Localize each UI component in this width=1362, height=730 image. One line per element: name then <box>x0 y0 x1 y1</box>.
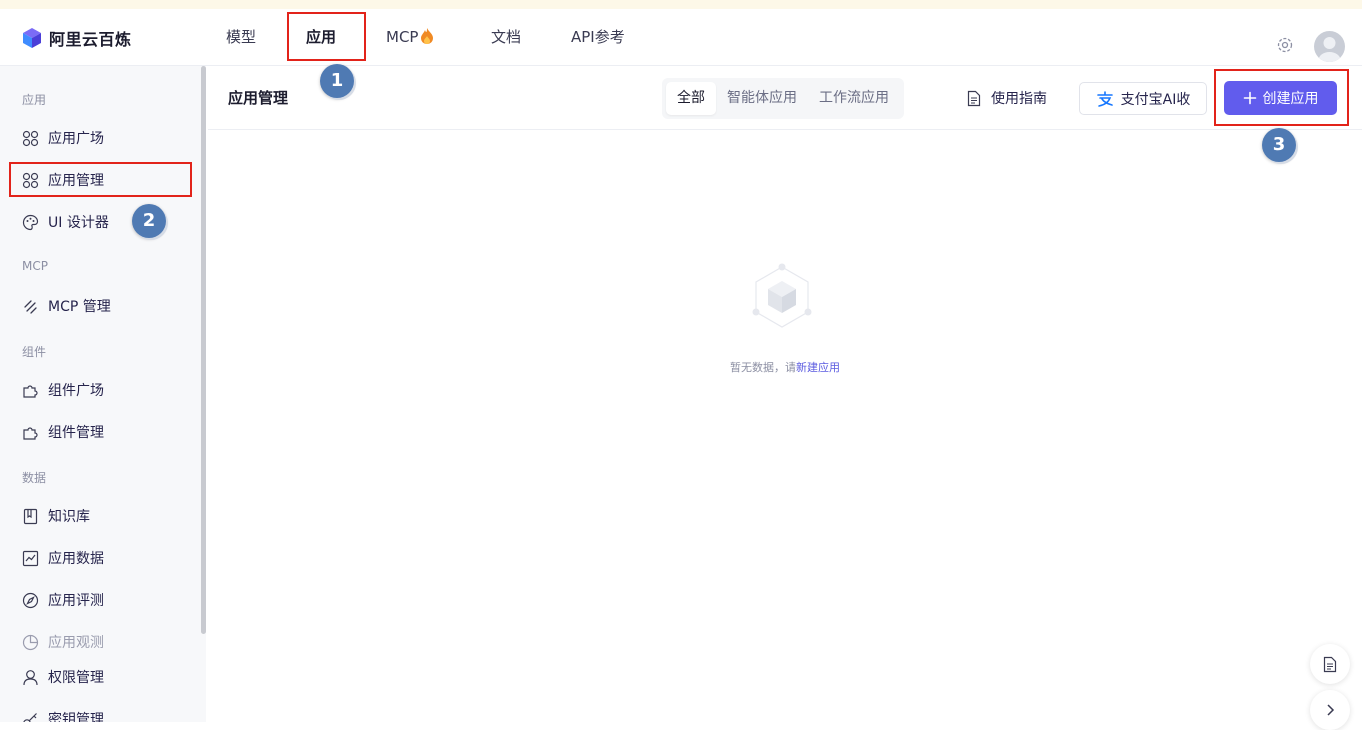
step-badge-1: 1 <box>320 64 354 98</box>
avatar[interactable] <box>1314 31 1345 62</box>
highlight-create-app <box>1214 69 1349 126</box>
sidebar-item-label: 应用数据 <box>48 551 104 567</box>
sidebar-item-app-evaluation[interactable]: 应用评测 <box>22 589 104 611</box>
puzzle-icon <box>23 384 38 398</box>
sidebar-section-apps: 应用 <box>22 93 47 107</box>
usage-guide-button[interactable]: 使用指南 <box>966 88 1047 108</box>
new-app-link[interactable]: 新建应用 <box>796 361 840 374</box>
palette-icon <box>22 214 39 230</box>
sidebar-item-label: 密钥管理 <box>48 712 104 722</box>
page-title: 应用管理 <box>228 89 289 107</box>
sidebar-item-component-management[interactable]: 组件管理 <box>22 421 104 443</box>
nav-api-reference[interactable]: API参考 <box>571 26 625 48</box>
document-icon <box>1323 656 1337 672</box>
sidebar-item-app-plaza[interactable]: 应用广场 <box>22 127 104 149</box>
alipay-ai-label: 支付宝AI收 <box>1120 91 1191 108</box>
logo[interactable]: 阿里云百炼 <box>21 26 132 50</box>
floating-expand-button[interactable] <box>1310 690 1350 730</box>
sidebar-item-label: 应用评测 <box>48 593 104 609</box>
sidebar-item-app-observation[interactable]: 应用观测 <box>22 631 104 653</box>
sidebar-item-label: 应用观测 <box>48 635 104 651</box>
sidebar-item-key-management[interactable]: 密钥管理 <box>22 708 104 722</box>
sidebar-item-label: 权限管理 <box>48 670 104 686</box>
sidebar-section-mcp: MCP <box>22 259 48 273</box>
mcp-icon <box>24 299 37 314</box>
sidebar-item-mcp-management[interactable]: MCP 管理 <box>22 295 111 317</box>
document-icon <box>967 90 981 106</box>
empty-state-text: 暂无数据，请新建应用 <box>208 359 1362 375</box>
sidebar-section-data: 数据 <box>22 471 47 485</box>
sidebar-item-app-data[interactable]: 应用数据 <box>22 547 104 569</box>
sidebar-item-permissions[interactable]: 权限管理 <box>22 666 104 688</box>
fire-icon <box>421 28 434 44</box>
puzzle-icon <box>23 426 38 440</box>
compass-icon <box>22 592 39 608</box>
sidebar-scrollbar[interactable] <box>201 66 206 634</box>
logo-icon <box>23 28 41 48</box>
sidebar-section-components: 组件 <box>22 345 47 359</box>
floating-doc-button[interactable] <box>1310 644 1350 684</box>
highlight-app-management <box>9 162 192 197</box>
nav-docs[interactable]: 文档 <box>491 26 521 48</box>
nav-models[interactable]: 模型 <box>226 26 256 48</box>
user-icon <box>23 669 38 685</box>
apps-icon <box>22 130 39 146</box>
chevron-right-icon <box>1327 704 1335 716</box>
sidebar-item-ui-designer[interactable]: UI 设计器 <box>22 211 109 233</box>
filter-agent-apps[interactable]: 智能体应用 <box>716 82 808 115</box>
chart-icon <box>22 550 39 566</box>
book-icon <box>23 508 38 524</box>
user-avatar-icon <box>1318 37 1341 62</box>
filter-workflow-apps[interactable]: 工作流应用 <box>808 82 900 115</box>
app-type-filter: 全部 智能体应用 工作流应用 <box>662 78 904 119</box>
main-content: 应用管理 全部 智能体应用 工作流应用 使用指南 支付宝AI收 创建应用 暂无数… <box>208 66 1362 730</box>
top-banner-strip <box>0 0 1362 9</box>
sidebar-item-knowledge-base[interactable]: 知识库 <box>22 505 90 527</box>
nav-mcp-label: MCP <box>386 28 419 46</box>
pie-icon <box>22 634 39 650</box>
nav-mcp[interactable]: MCP <box>386 26 434 48</box>
alipay-ai-button[interactable]: 支付宝AI收 <box>1079 82 1207 115</box>
sidebar-item-label: 应用广场 <box>48 131 104 147</box>
sidebar-item-label: 组件管理 <box>48 425 104 441</box>
usage-guide-label: 使用指南 <box>991 91 1047 107</box>
key-icon <box>23 712 37 722</box>
main-header: 应用管理 全部 智能体应用 工作流应用 使用指南 支付宝AI收 创建应用 <box>208 66 1362 130</box>
sidebar-item-label: UI 设计器 <box>48 215 109 231</box>
gear-icon[interactable] <box>1276 36 1294 54</box>
sidebar-item-label: 组件广场 <box>48 383 104 399</box>
filter-all[interactable]: 全部 <box>666 82 716 115</box>
alipay-icon <box>1096 90 1113 107</box>
highlight-nav-apps <box>287 12 366 61</box>
logo-text: 阿里云百炼 <box>49 30 132 49</box>
sidebar-item-label: MCP 管理 <box>48 299 111 315</box>
empty-state-message: 暂无数据，请 <box>730 361 796 374</box>
sidebar-item-component-plaza[interactable]: 组件广场 <box>22 379 104 401</box>
sidebar-item-label: 知识库 <box>48 509 90 525</box>
top-navigation: 阿里云百炼 模型 应用 MCP 文档 API参考 <box>0 9 1362 66</box>
step-badge-3: 3 <box>1262 128 1296 162</box>
empty-state-cube-icon <box>752 263 812 328</box>
step-badge-2: 2 <box>132 204 166 238</box>
